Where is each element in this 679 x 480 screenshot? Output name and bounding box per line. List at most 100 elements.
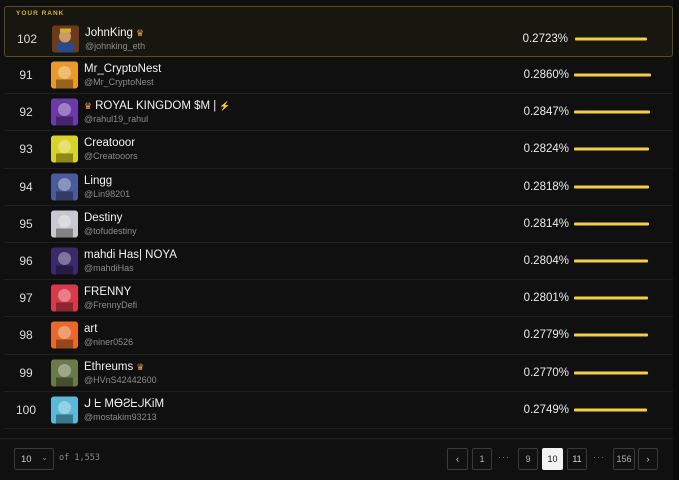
- share-bar: [574, 73, 654, 77]
- crown-icon: ♛: [135, 27, 145, 38]
- share-percent: 0.2723%: [522, 32, 568, 45]
- share-bar: [574, 333, 654, 337]
- display-name[interactable]: Destiny: [84, 211, 137, 225]
- page-button-9[interactable]: 9: [518, 448, 538, 470]
- user-handle: @Creatooors: [84, 151, 138, 162]
- share-bar-fill: [574, 408, 647, 412]
- user-names: Lingg @Lin98201: [84, 174, 130, 200]
- share-bar-fill: [574, 73, 651, 77]
- display-name[interactable]: Mr_CryptoNest: [84, 62, 161, 76]
- share-percent: 0.2847%: [523, 106, 569, 119]
- leaderboard-row[interactable]: 100 ᒍ ᖶ MӨƧᖶᒍKiM @mostakim93213 0.2749%: [4, 392, 673, 429]
- share-percent: 0.2804%: [523, 255, 569, 268]
- leaderboard-row[interactable]: 91 Mr_CryptoNest @Mr_CryptoNest 0.2860%: [4, 57, 673, 95]
- share-bar: [574, 110, 654, 114]
- user-handle: @rahul19_rahul: [84, 114, 149, 125]
- avatar: [51, 135, 78, 163]
- share-percent: 0.2749%: [523, 403, 569, 416]
- leaderboard-row[interactable]: 97 FRENNY @FrennyDefi 0.2801%: [4, 280, 673, 318]
- leaderboard-row[interactable]: 94 Lingg @Lin98201 0.2818%: [4, 169, 673, 206]
- rank-number: 100: [15, 402, 37, 417]
- page-button-156[interactable]: 156: [613, 448, 635, 470]
- share-bar: [574, 147, 654, 151]
- prev-page-button[interactable]: ‹: [447, 448, 468, 470]
- next-page-button[interactable]: ›: [638, 448, 658, 470]
- per-page-value: 10: [21, 454, 32, 465]
- page-button-10[interactable]: 10: [542, 448, 563, 470]
- user-names: Creatooor @Creatooors: [84, 136, 138, 162]
- per-page-select[interactable]: 10 ⌄: [14, 448, 54, 470]
- share-bar-fill: [574, 222, 650, 226]
- avatar: [51, 173, 78, 201]
- my-rank-row[interactable]: 102 JohnKing ♛ @johnking_eth 0.2723%: [5, 20, 672, 57]
- avatar: [51, 396, 78, 424]
- leaderboard-row[interactable]: 95 Destiny @tofudestiny 0.2814%: [4, 206, 673, 243]
- share-bar-fill: [575, 37, 647, 40]
- rank-number: 91: [19, 68, 33, 83]
- share-bar: [574, 185, 654, 189]
- share-bar-fill: [574, 371, 648, 375]
- display-name[interactable]: art: [84, 322, 133, 336]
- user-handle: @Mr_CryptoNest: [84, 77, 154, 88]
- leaderboard-row[interactable]: 98 art @niner0526 0.2779%: [4, 317, 673, 355]
- user-handle: @Lin98201: [84, 188, 131, 199]
- leaderboard-row[interactable]: 96 mahdi Has| NOYA @mahdiHas 0.2804%: [4, 243, 673, 281]
- user-names: art @niner0526: [84, 322, 133, 348]
- leaderboard-row[interactable]: 99 Ethreums ♛ @HVnS42442600 0.2770%: [4, 355, 673, 392]
- your-rank-card: YOUR RANK 102 JohnKing ♛ @johnking_eth 0.…: [4, 6, 673, 57]
- share-bar: [574, 371, 654, 375]
- user-handle: @niner0526: [84, 337, 134, 348]
- leaderboard-row[interactable]: 93 Creatooor @Creatooors 0.2824%: [4, 131, 673, 169]
- user-names: ♛ ROYAL KINGDOM $M | ⚡ @rahul19_rahul: [84, 99, 231, 125]
- avatar: [52, 25, 79, 52]
- display-name[interactable]: ♛ ROYAL KINGDOM $M | ⚡: [84, 99, 231, 113]
- share-bar: [575, 37, 655, 40]
- leaderboard-row[interactable]: 92 ♛ ROYAL KINGDOM $M | ⚡ @rahul19_rahul 0.28…: [4, 94, 673, 132]
- avatar: [51, 98, 78, 126]
- page-button-1[interactable]: 1: [472, 448, 492, 470]
- user-handle: @FrennyDefi: [84, 300, 138, 311]
- user-handle: @tofudestiny: [84, 225, 137, 236]
- share-bar-fill: [574, 147, 650, 151]
- page-button-11[interactable]: 11: [567, 448, 587, 470]
- total-count: of 1,553: [59, 453, 100, 463]
- display-name[interactable]: FRENNY: [84, 285, 137, 299]
- display-name[interactable]: JohnKing ♛: [85, 26, 145, 40]
- leaderboard-panel: YOUR RANK 102 JohnKing ♛ @johnking_eth 0.…: [0, 0, 673, 480]
- share-bar-fill: [574, 185, 650, 189]
- share-bar: [574, 408, 654, 412]
- display-name[interactable]: Lingg: [84, 174, 130, 188]
- display-name[interactable]: ᒍ ᖶ MӨƧᖶᒍKiM: [84, 397, 164, 411]
- share-bar: [574, 296, 654, 300]
- avatar: [51, 284, 78, 312]
- share-percent: 0.2860%: [523, 69, 569, 82]
- chevron-right-icon: ›: [646, 454, 650, 464]
- user-names: mahdi Has| NOYA @mahdiHas: [84, 248, 177, 274]
- share-bar-fill: [574, 259, 649, 263]
- user-names: FRENNY @FrennyDefi: [84, 285, 137, 311]
- user-names: JohnKing ♛ @johnking_eth: [85, 26, 145, 52]
- avatar: [51, 61, 78, 89]
- rank-number: 102: [16, 31, 38, 46]
- share-bar-fill: [574, 110, 650, 114]
- share-percent: 0.2801%: [523, 292, 569, 305]
- user-handle: @johnking_eth: [85, 40, 146, 51]
- display-name[interactable]: Ethreums ♛: [84, 360, 157, 374]
- lightning-icon: ⚡: [219, 101, 231, 112]
- rank-number: 95: [19, 216, 33, 231]
- user-names: ᒍ ᖶ MӨƧᖶᒍKiM @mostakim93213: [84, 397, 164, 423]
- user-handle: @HVnS42442600: [84, 374, 157, 385]
- rank-number: 94: [19, 179, 33, 194]
- user-names: Mr_CryptoNest @Mr_CryptoNest: [84, 62, 161, 88]
- share-percent: 0.2824%: [523, 143, 569, 156]
- your-rank-label: YOUR RANK: [16, 10, 65, 17]
- rank-number: 93: [19, 142, 33, 157]
- user-handle: @mahdiHas: [84, 263, 134, 274]
- crown-icon: ♛: [84, 101, 93, 112]
- rank-number: 96: [19, 254, 33, 269]
- display-name[interactable]: Creatooor: [84, 136, 138, 150]
- rank-number: 97: [19, 291, 33, 306]
- scrollbar[interactable]: [673, 0, 679, 480]
- avatar: [51, 247, 78, 275]
- display-name[interactable]: mahdi Has| NOYA: [84, 248, 177, 262]
